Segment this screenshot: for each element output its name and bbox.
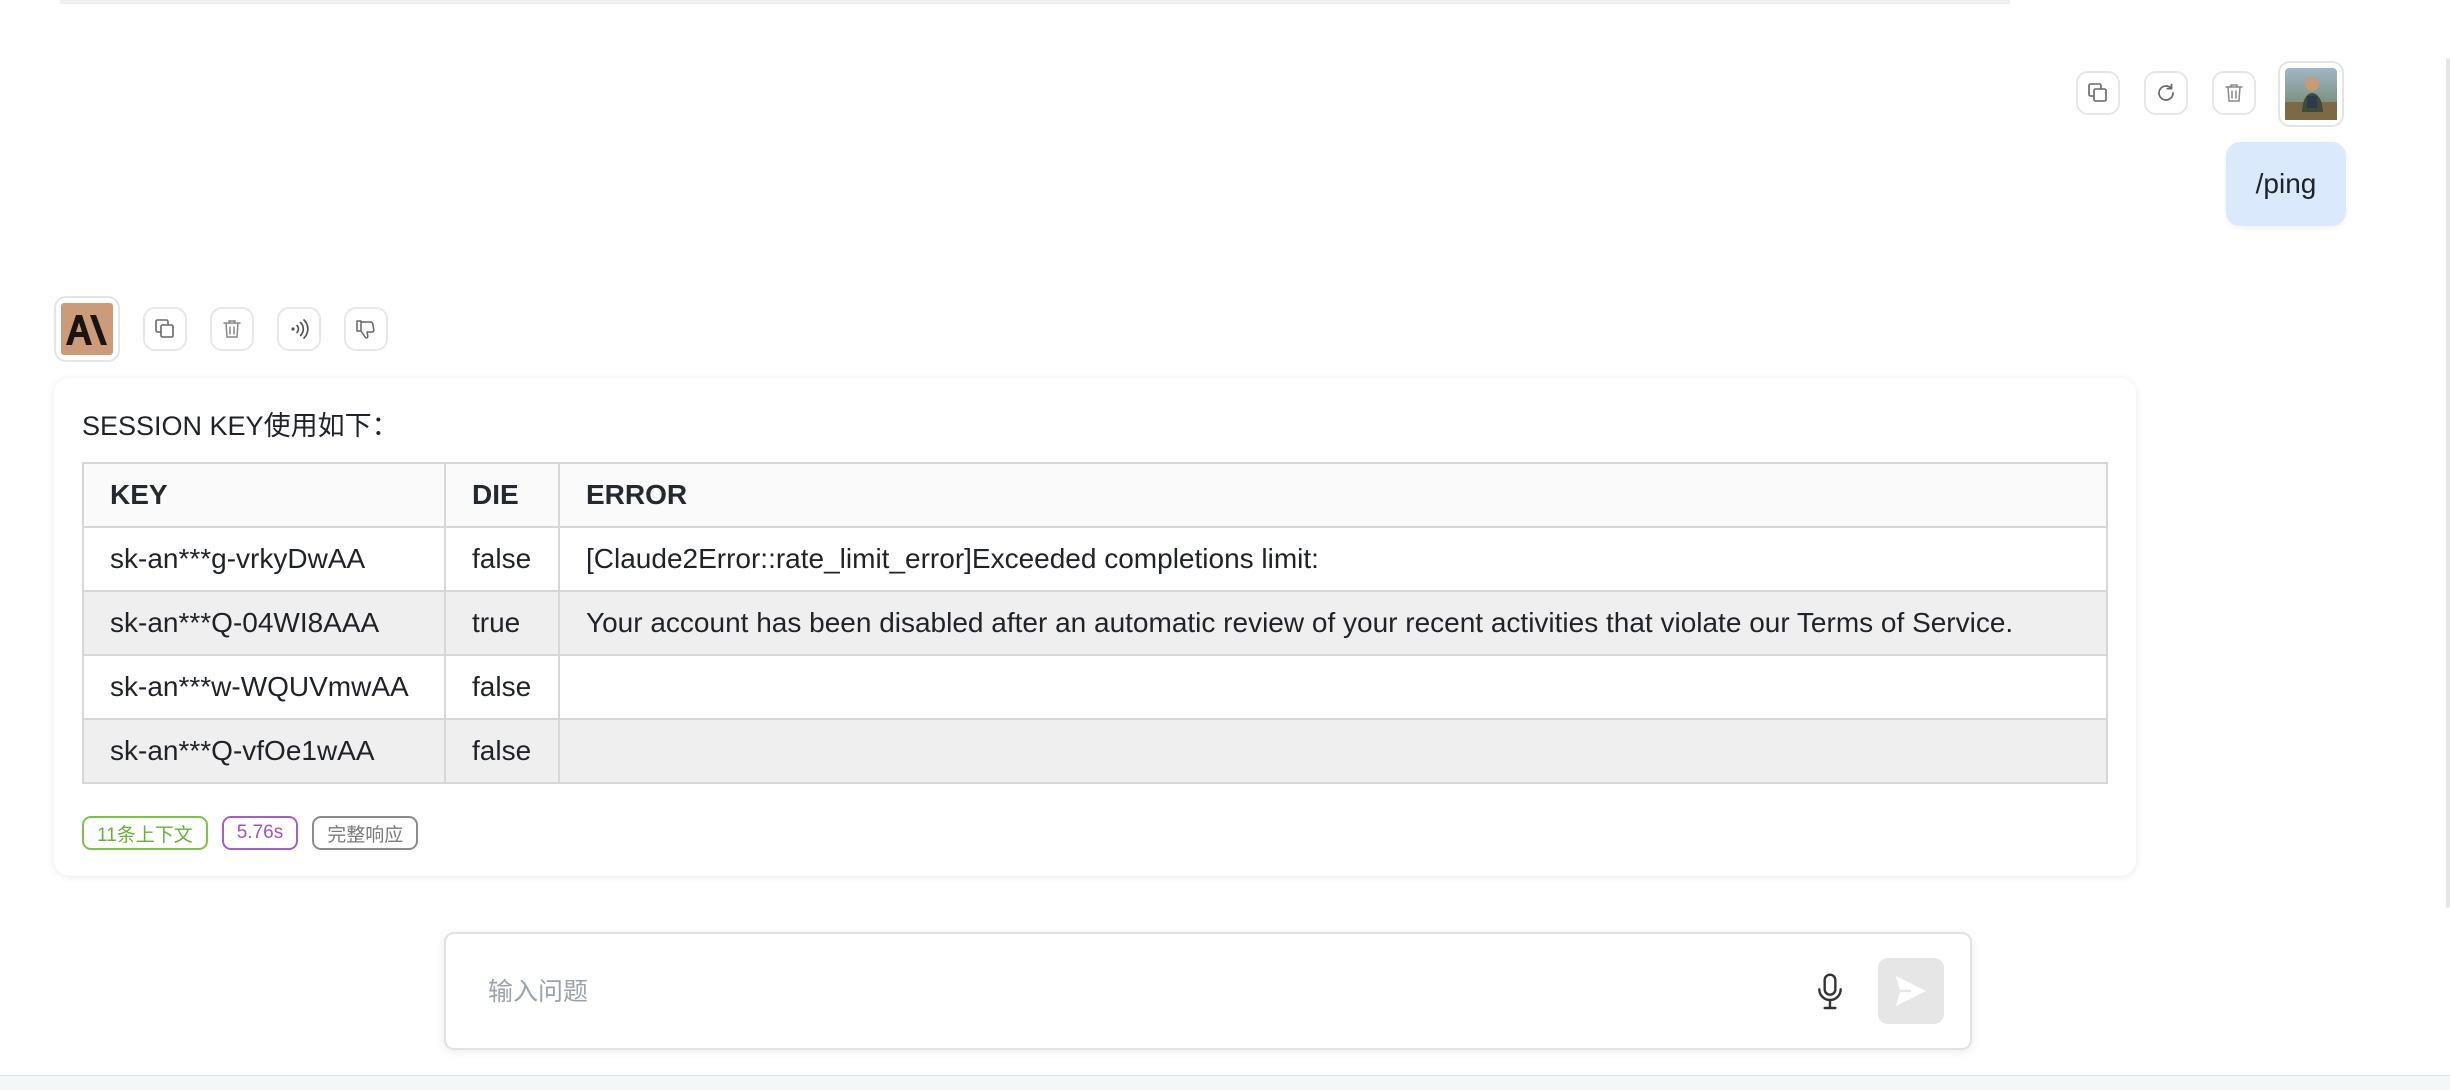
table-header-key: KEY [82, 462, 446, 528]
send-button[interactable] [1878, 958, 1944, 1024]
die-cell: false [444, 654, 560, 720]
send-icon [1896, 976, 1926, 1006]
table-header-error: ERROR [558, 462, 2108, 528]
chat-page: /ping SESSION KEY使用如下： KEY DIE ERROR sk-… [0, 0, 2450, 1090]
trash-icon [2225, 84, 2243, 102]
bot-delete-button[interactable] [210, 307, 254, 351]
microphone-icon [1818, 973, 1842, 1010]
message-tags: 11条上下文 5.76s 完整响应 [82, 816, 419, 850]
table-row: sk-an***w-WQUVmwAA false [82, 654, 2108, 720]
copy-icon [155, 319, 174, 338]
bot-message-card: SESSION KEY使用如下： KEY DIE ERROR sk-an***g… [54, 378, 2136, 876]
speaker-icon [291, 319, 309, 339]
session-key-table: KEY DIE ERROR sk-an***g-vrkyDwAA false [… [82, 462, 2108, 784]
scrollbar[interactable] [2446, 58, 2450, 908]
bot-copy-button[interactable] [143, 307, 187, 351]
voice-input-button[interactable] [1808, 968, 1852, 1016]
user-photo-icon [2285, 68, 2337, 120]
error-cell [558, 654, 2108, 720]
bottom-bar [0, 1075, 2450, 1090]
table-row: sk-an***Q-vfOe1wAA false [82, 718, 2108, 784]
full-response-tag[interactable]: 完整响应 [312, 816, 419, 850]
key-cell: sk-an***w-WQUVmwAA [82, 654, 446, 720]
anthropic-logo-icon [61, 303, 113, 355]
copy-icon [2088, 83, 2107, 102]
user-avatar [2278, 61, 2344, 127]
top-divider [60, 0, 2010, 4]
table-row: sk-an***g-vrkyDwAA false [Claude2Error::… [82, 526, 2108, 592]
die-cell: false [444, 526, 560, 592]
key-cell: sk-an***Q-vfOe1wAA [82, 718, 446, 784]
bot-avatar [54, 296, 120, 362]
trash-icon [223, 320, 241, 338]
response-time-tag: 5.76s [221, 816, 299, 850]
key-cell: sk-an***g-vrkyDwAA [82, 526, 446, 592]
composer [444, 932, 1972, 1050]
question-input[interactable] [486, 964, 1790, 1020]
user-message-bubble: /ping [2226, 142, 2346, 226]
refresh-icon [2158, 83, 2174, 101]
user-refresh-button[interactable] [2144, 71, 2188, 115]
user-copy-button[interactable] [2076, 71, 2120, 115]
bot-message-title: SESSION KEY使用如下： [82, 411, 399, 441]
error-cell: [Claude2Error::rate_limit_error]Exceeded… [558, 526, 2108, 592]
context-count-tag: 11条上下文 [82, 816, 208, 850]
thumbs-down-icon [356, 320, 375, 339]
die-cell: true [444, 590, 560, 656]
key-cell: sk-an***Q-04WI8AAA [82, 590, 446, 656]
error-cell: Your account has been disabled after an … [558, 590, 2108, 656]
bot-speak-button[interactable] [277, 307, 321, 351]
die-cell: false [444, 718, 560, 784]
table-header-row: KEY DIE ERROR [82, 462, 2108, 528]
table-header-die: DIE [444, 462, 560, 528]
bot-dislike-button[interactable] [344, 307, 388, 351]
error-cell [558, 718, 2108, 784]
table-row: sk-an***Q-04WI8AAA true Your account has… [82, 590, 2108, 656]
user-delete-button[interactable] [2212, 71, 2256, 115]
